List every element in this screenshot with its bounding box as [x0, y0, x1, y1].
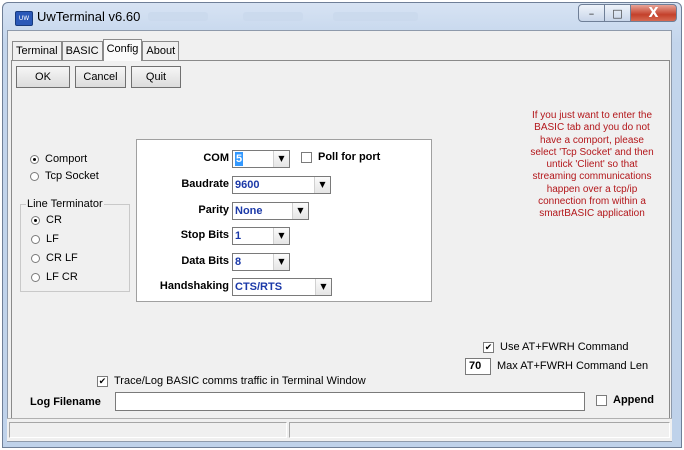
window-title: UwTerminal v6.60	[37, 9, 141, 24]
radio-comport[interactable]: Comport	[30, 153, 87, 165]
radio-label: LF	[46, 233, 59, 245]
parity-select[interactable]: None ▼	[232, 202, 309, 220]
status-bar	[7, 418, 672, 441]
help-note: If you just want to enter the BASIC tab …	[530, 110, 654, 220]
log-filename-label: Log Filename	[30, 396, 101, 408]
radio-tcp-socket[interactable]: Tcp Socket	[30, 170, 99, 182]
title-bar[interactable]: UW UwTerminal v6.60 – □ X	[3, 3, 681, 33]
radio-lf-cr[interactable]: LF CR	[31, 271, 78, 283]
baudrate-label: Baudrate	[181, 178, 229, 190]
chevron-down-icon[interactable]: ▼	[292, 203, 308, 219]
maximize-button[interactable]: □	[605, 4, 631, 22]
poll-for-port-checkbox[interactable]: Poll for port	[301, 151, 380, 163]
append-checkbox[interactable]: Append	[596, 394, 654, 406]
stop-bits-select[interactable]: 1 ▼	[232, 227, 290, 245]
handshaking-value: CTS/RTS	[235, 281, 283, 293]
handshaking-label: Handshaking	[159, 280, 229, 292]
quit-button[interactable]: Quit	[131, 66, 181, 88]
parity-value: None	[235, 205, 263, 217]
com-select[interactable]: 5 ▼	[232, 150, 290, 168]
checkbox-box[interactable]	[596, 394, 607, 406]
title-bar-blur	[148, 12, 208, 21]
line-terminator-group: Line Terminator CR LF CR LF LF CR	[20, 198, 130, 292]
handshaking-select[interactable]: CTS/RTS ▼	[232, 278, 332, 296]
radio-label: CR	[46, 214, 62, 226]
radio-indicator[interactable]	[30, 154, 39, 164]
close-button[interactable]: X	[631, 4, 677, 22]
radio-lf[interactable]: LF	[31, 233, 59, 245]
status-pane-left	[9, 422, 287, 438]
radio-indicator[interactable]	[31, 234, 40, 244]
radio-label: LF CR	[46, 271, 78, 283]
chevron-down-icon[interactable]: ▼	[273, 228, 289, 244]
app-icon[interactable]: UW	[15, 11, 33, 26]
tab-about[interactable]: About	[142, 41, 180, 61]
tab-basic[interactable]: BASIC	[61, 41, 103, 61]
tab-bar: Terminal BASIC Config About	[12, 39, 180, 61]
tab-config[interactable]: Config	[102, 39, 143, 61]
radio-indicator[interactable]	[30, 171, 39, 181]
use-fwrh-checkbox[interactable]: ✔ Use AT+FWRH Command	[483, 341, 628, 353]
baudrate-select[interactable]: 9600 ▼	[232, 176, 331, 194]
data-bits-label: Data Bits	[181, 255, 229, 267]
trace-log-label: Trace/Log BASIC comms traffic in Termina…	[114, 375, 366, 387]
radio-label: Tcp Socket	[45, 170, 99, 182]
chevron-down-icon[interactable]: ▼	[314, 177, 330, 193]
radio-cr[interactable]: CR	[31, 214, 62, 226]
com-value: 5	[235, 152, 244, 166]
log-filename-input[interactable]	[115, 392, 585, 411]
port-settings-panel: COM 5 ▼ Poll for port Baudrate 9600 ▼ Pa…	[136, 139, 432, 302]
radio-indicator[interactable]	[31, 272, 40, 282]
checkbox-box[interactable]: ✔	[97, 375, 108, 387]
radio-indicator[interactable]	[31, 253, 40, 263]
checkbox-box[interactable]	[301, 151, 312, 163]
parity-label: Parity	[198, 204, 229, 216]
trace-log-checkbox[interactable]: ✔ Trace/Log BASIC comms traffic in Termi…	[97, 375, 366, 387]
chevron-down-icon[interactable]: ▼	[273, 151, 289, 167]
cancel-button[interactable]: Cancel	[75, 66, 126, 88]
max-fwrh-label: Max AT+FWRH Command Len	[497, 360, 649, 372]
tab-terminal[interactable]: Terminal	[12, 41, 62, 61]
com-label: COM	[203, 152, 229, 164]
checkbox-box[interactable]: ✔	[483, 341, 494, 353]
radio-indicator[interactable]	[31, 215, 40, 225]
chevron-down-icon[interactable]: ▼	[273, 254, 289, 270]
ok-button[interactable]: OK	[16, 66, 70, 88]
caption-buttons: – □ X	[578, 4, 677, 24]
title-bar-blur	[333, 12, 418, 21]
baudrate-value: 9600	[235, 179, 260, 191]
append-label: Append	[613, 394, 654, 406]
data-bits-value: 8	[235, 256, 242, 268]
max-fwrh-input[interactable]: 70	[465, 358, 491, 375]
line-terminator-legend: Line Terminator	[26, 198, 104, 210]
data-bits-select[interactable]: 8 ▼	[232, 253, 290, 271]
stop-bits-label: Stop Bits	[180, 229, 229, 241]
status-pane-right	[289, 422, 670, 438]
poll-for-port-label: Poll for port	[318, 151, 381, 163]
chevron-down-icon[interactable]: ▼	[315, 279, 331, 295]
title-bar-blur	[243, 12, 303, 21]
stop-bits-value: 1	[235, 230, 242, 242]
radio-label: CR LF	[46, 252, 78, 264]
use-fwrh-label: Use AT+FWRH Command	[500, 341, 629, 353]
radio-label: Comport	[45, 153, 88, 165]
radio-cr-lf[interactable]: CR LF	[31, 252, 78, 264]
minimize-button[interactable]: –	[578, 4, 605, 22]
